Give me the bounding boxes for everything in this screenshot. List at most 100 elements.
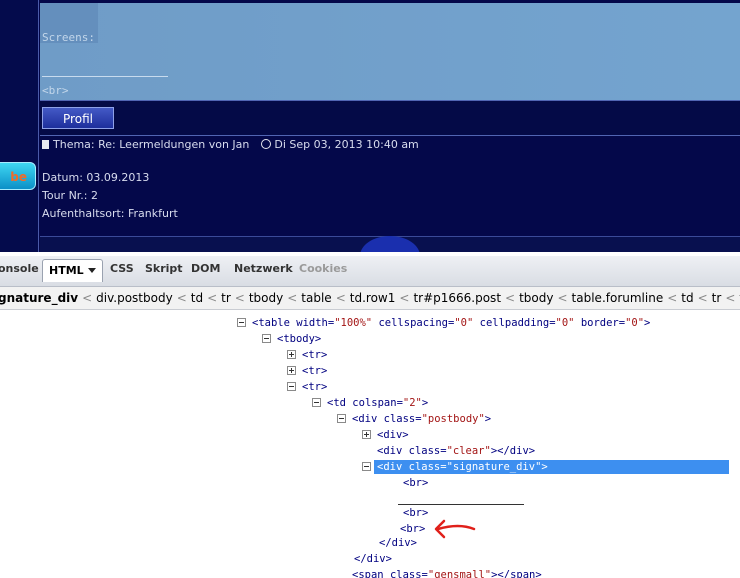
forum-left-column xyxy=(0,0,39,252)
tag-name: <tr> xyxy=(302,381,328,393)
collapse-toggle-icon[interactable] xyxy=(362,462,371,471)
post-body: Datum: 03.09.2013 Tour Nr.: 2 Aufenthalt… xyxy=(42,169,178,223)
breadcrumb-separator: < xyxy=(82,291,93,305)
tree-node-div-signature[interactable]: <div class="signature_div"> xyxy=(362,460,729,474)
attr-value: "0" xyxy=(555,317,575,329)
tab-console[interactable]: onsole xyxy=(0,262,39,275)
attr-value: "0" xyxy=(454,317,474,329)
signature-area xyxy=(40,3,740,100)
tag-close: </span> xyxy=(497,569,542,578)
collapse-toggle-icon[interactable] xyxy=(237,318,246,327)
breadcrumb-item[interactable]: td.row1 xyxy=(350,291,396,305)
body-line-location: Aufenthaltsort: Frankfurt xyxy=(42,207,178,220)
tree-node-div-close: </div> xyxy=(379,537,417,549)
breadcrumb-item[interactable]: tr xyxy=(712,291,722,305)
tab-css[interactable]: CSS xyxy=(110,262,134,275)
attr-name: class xyxy=(408,461,441,473)
tag-close: </div> xyxy=(497,445,536,457)
rendered-divider xyxy=(398,504,524,505)
expand-toggle-icon[interactable] xyxy=(362,430,371,439)
forum-page: Screens: <br> Profil Thema: Re: Leermeld… xyxy=(0,0,740,252)
tree-node-div-close: </div> xyxy=(354,553,392,565)
tab-html-label: HTML xyxy=(49,264,84,277)
breadcrumb-separator: < xyxy=(176,291,187,305)
tag-end: > xyxy=(644,317,651,329)
attr-name: class xyxy=(389,569,422,578)
collapse-toggle-icon[interactable] xyxy=(287,382,296,391)
attr-value: "postbody" xyxy=(421,413,485,425)
tab-cookies[interactable]: Cookies xyxy=(299,262,347,275)
tree-node-div-postbody[interactable]: <div class="postbody"> xyxy=(337,412,491,426)
expand-toggle-icon[interactable] xyxy=(287,366,296,375)
tree-node-div-clear[interactable]: <div class="clear"></div> xyxy=(377,444,535,458)
tree-node-tbody[interactable]: <tbody> xyxy=(262,332,321,346)
breadcrumb-item[interactable]: table xyxy=(301,291,331,305)
breadcrumb-item[interactable]: tr#p1666.post xyxy=(413,291,501,305)
attr-name: border xyxy=(580,317,619,329)
attr-value: "100%" xyxy=(334,317,373,329)
breadcrumb-item[interactable]: tbody xyxy=(519,291,553,305)
tab-html[interactable]: HTML xyxy=(42,259,103,282)
tag-name: <div xyxy=(352,413,378,425)
tag-name: <tr> xyxy=(302,365,328,377)
profile-row xyxy=(40,100,740,136)
attr-name: class xyxy=(408,445,441,457)
tab-network[interactable]: Netzwerk xyxy=(234,262,293,275)
breadcrumb-item[interactable]: table.forumline xyxy=(572,291,664,305)
collapse-toggle-icon[interactable] xyxy=(312,398,321,407)
tree-node-br[interactable]: <br> xyxy=(400,522,425,536)
tag-end: > xyxy=(484,413,492,425)
selected-row[interactable]: <div class="signature_div"> xyxy=(374,460,729,474)
tree-node-br[interactable]: <br> xyxy=(403,476,428,490)
tree-node-tr[interactable]: <tr> xyxy=(287,380,327,394)
chevron-down-icon[interactable] xyxy=(87,268,96,273)
breadcrumb-item[interactable]: tr xyxy=(221,291,231,305)
tree-node-tr[interactable]: <tr> xyxy=(287,364,327,378)
attr-name: width xyxy=(296,317,328,329)
user-badge[interactable]: be xyxy=(0,162,36,190)
post-icon xyxy=(42,140,49,149)
expand-toggle-icon[interactable] xyxy=(287,350,296,359)
tag-name: <tr> xyxy=(302,349,328,361)
post-subject[interactable]: Thema: Re: Leermeldungen von Jan xyxy=(53,138,249,151)
collapse-toggle-icon[interactable] xyxy=(337,414,346,423)
tree-node-div[interactable]: <div> xyxy=(362,428,409,442)
breadcrumb-separator: < xyxy=(335,291,346,305)
attr-name: colspan xyxy=(352,397,397,409)
breadcrumb-item[interactable]: gnature_div xyxy=(0,291,78,305)
annotation-arrow-icon xyxy=(434,519,476,539)
tag-end: > xyxy=(541,461,548,473)
profile-button[interactable]: Profil xyxy=(42,107,114,129)
tag-name: <table xyxy=(252,317,290,329)
tree-node-table[interactable]: <table width="100%" cellspacing="0" cell… xyxy=(237,316,650,330)
clock-icon xyxy=(261,139,272,149)
attr-value: "gensmall" xyxy=(427,569,492,578)
tree-node-br[interactable]: <br> xyxy=(403,506,428,520)
post-date: Di Sep 03, 2013 10:40 am xyxy=(274,138,419,151)
breadcrumb-item[interactable]: div.postbody xyxy=(96,291,173,305)
br-label: <br> xyxy=(42,84,69,97)
html-tree-panel: <table width="100%" cellspacing="0" cell… xyxy=(0,310,740,578)
breadcrumb-separator: < xyxy=(287,291,298,305)
breadcrumb-item[interactable]: tbody xyxy=(249,291,283,305)
screens-label: Screens: xyxy=(42,31,95,44)
tree-node-td[interactable]: <td colspan="2"> xyxy=(312,396,428,410)
tag-name: <span xyxy=(352,569,384,578)
tag-name: <div xyxy=(377,461,403,473)
attr-name: cellpadding xyxy=(479,317,550,329)
tree-node-tr[interactable]: <tr> xyxy=(287,348,327,362)
attr-value: "2" xyxy=(402,397,422,409)
collapse-toggle-icon[interactable] xyxy=(262,334,271,343)
breadcrumb-item[interactable]: td xyxy=(191,291,203,305)
breadcrumb-separator: < xyxy=(557,291,568,305)
post-meta: Thema: Re: Leermeldungen von Jan Di Sep 0… xyxy=(42,138,419,151)
tab-script[interactable]: Skript xyxy=(145,262,183,275)
breadcrumb-separator: < xyxy=(667,291,678,305)
breadcrumb-item[interactable]: td xyxy=(681,291,693,305)
attr-name: class xyxy=(383,413,416,425)
attr-value: "0" xyxy=(625,317,645,329)
tree-node-span-gensmall[interactable]: <span class="gensmall"></span> xyxy=(352,568,542,578)
tab-dom[interactable]: DOM xyxy=(191,262,220,275)
breadcrumb-separator: < xyxy=(697,291,708,305)
tag-name: <tbody> xyxy=(277,333,322,345)
